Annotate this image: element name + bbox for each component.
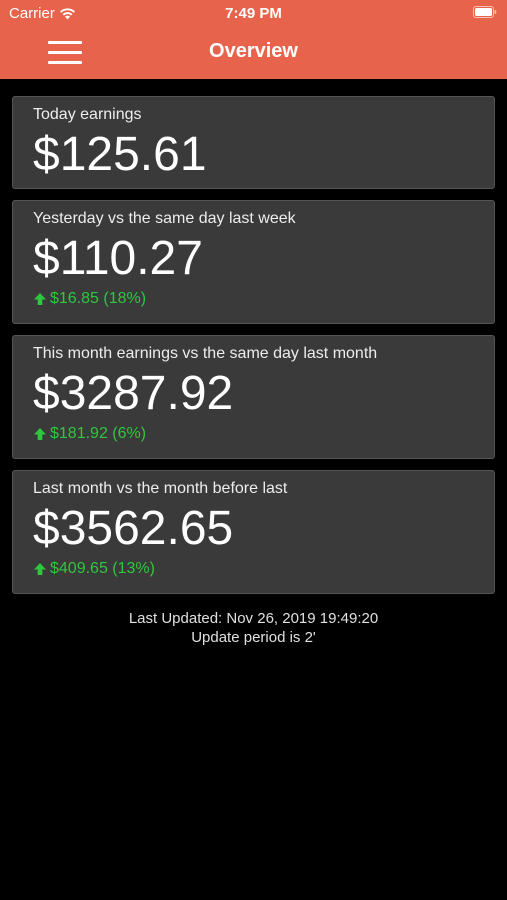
arrow-up-icon	[34, 293, 46, 305]
card-value: $3562.65	[33, 502, 234, 555]
card-label: Yesterday vs the same day last week	[33, 210, 296, 227]
card-label: Last month vs the month before last	[33, 480, 288, 497]
battery-icon	[473, 6, 497, 18]
card-label: This month earnings vs the same day last…	[33, 345, 378, 362]
today-earnings-card: Today earnings $125.61	[12, 96, 495, 189]
card-change: $181.92 (6%)	[33, 424, 474, 444]
page-title: Overview	[209, 40, 298, 62]
header-bar: Carrier 7:49 PM Overview	[0, 0, 507, 79]
update-period-text: Update period is 2'	[191, 629, 316, 646]
change-text: $16.85 (18%)	[50, 290, 147, 307]
month-comparison-card: This month earnings vs the same day last…	[12, 335, 495, 459]
yesterday-comparison-card: Yesterday vs the same day last week $110…	[12, 200, 495, 324]
arrow-up-icon	[34, 428, 46, 440]
status-time: 7:49 PM	[225, 5, 282, 22]
app-screen: Carrier 7:49 PM Overview Today earnings …	[0, 0, 507, 900]
status-bar: Carrier 7:49 PM	[0, 0, 507, 28]
change-text: $181.92 (6%)	[50, 425, 147, 442]
arrow-up-icon	[34, 563, 46, 575]
card-label: Today earnings	[33, 106, 142, 123]
card-change: $16.85 (18%)	[33, 289, 474, 309]
card-value: $110.27	[33, 232, 203, 285]
update-info: Last Updated: Nov 26, 2019 19:49:20 Upda…	[0, 609, 507, 647]
change-text: $409.65 (13%)	[50, 560, 155, 577]
card-value: $3287.92	[33, 367, 234, 420]
last-month-comparison-card: Last month vs the month before last $356…	[12, 470, 495, 594]
navigation-bar: Overview	[0, 28, 507, 79]
last-updated-text: Last Updated: Nov 26, 2019 19:49:20	[128, 610, 379, 627]
earnings-card-list: Today earnings $125.61 Yesterday vs the …	[12, 96, 495, 605]
card-change: $409.65 (13%)	[33, 559, 474, 579]
card-value: $125.61	[33, 128, 207, 181]
